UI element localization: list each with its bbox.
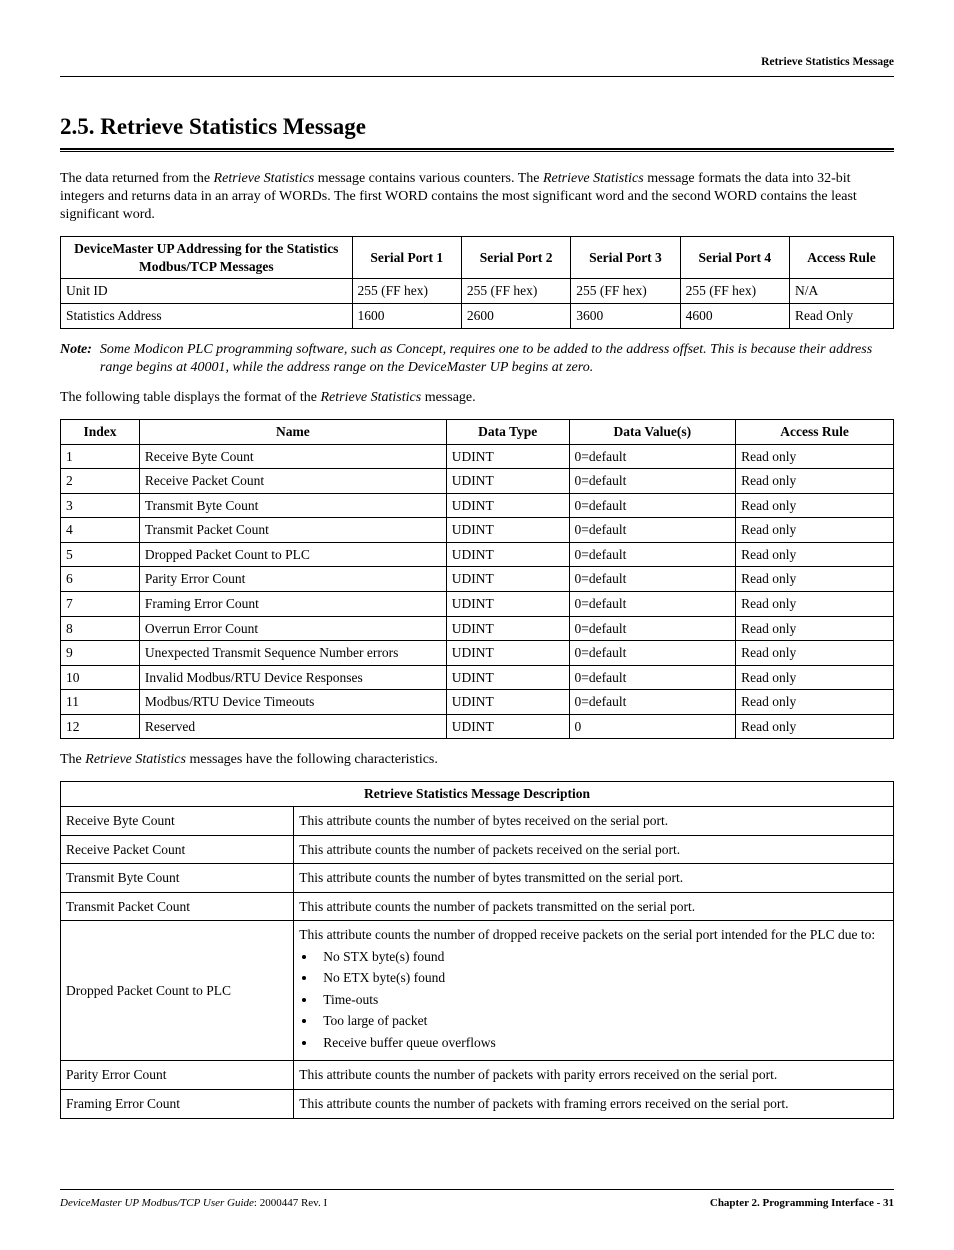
table-row: Unit ID 255 (FF hex) 255 (FF hex) 255 (F… <box>61 279 894 304</box>
list-item: Too large of packet <box>317 1012 888 1030</box>
table-row: 7Framing Error CountUDINT0=defaultRead o… <box>61 591 894 616</box>
th-port3: Serial Port 3 <box>571 237 680 279</box>
header-rule <box>60 76 894 77</box>
th-port1: Serial Port 1 <box>352 237 461 279</box>
section-title: 2.5. Retrieve Statistics Message <box>60 112 894 142</box>
note-text: Some Modicon PLC programming software, s… <box>100 341 894 377</box>
table-row: Transmit Byte CountThis attribute counts… <box>61 864 894 893</box>
characteristics-intro: The Retrieve Statistics messages have th… <box>60 751 894 769</box>
table-row: 8Overrun Error CountUDINT0=defaultRead o… <box>61 616 894 641</box>
description-table: Retrieve Statistics Message Description … <box>60 781 894 1118</box>
table-row: Receive Packet CountThis attribute count… <box>61 835 894 864</box>
table-row: 4Transmit Packet CountUDINT0=defaultRead… <box>61 518 894 543</box>
table-row: 9Unexpected Transmit Sequence Number err… <box>61 641 894 666</box>
addressing-table: DeviceMaster UP Addressing for the Stati… <box>60 236 894 328</box>
format-intro: The following table displays the format … <box>60 389 894 407</box>
title-rule <box>60 148 894 152</box>
footer-left: DeviceMaster UP Modbus/TCP User Guide: 2… <box>60 1196 327 1210</box>
table-row: Statistics Address 1600 2600 3600 4600 R… <box>61 304 894 329</box>
format-table: Index Name Data Type Data Value(s) Acces… <box>60 419 894 739</box>
table-row: 10Invalid Modbus/RTU Device ResponsesUDI… <box>61 665 894 690</box>
list-item: Time-outs <box>317 991 888 1009</box>
table-row: 6Parity Error CountUDINT0=defaultRead on… <box>61 567 894 592</box>
th-port4: Serial Port 4 <box>680 237 789 279</box>
table-row: Receive Byte CountThis attribute counts … <box>61 806 894 835</box>
table-row: 12ReservedUDINT0Read only <box>61 714 894 739</box>
running-header: Retrieve Statistics Message <box>60 55 894 70</box>
list-item: No STX byte(s) found <box>317 948 888 966</box>
table-row: Transmit Packet CountThis attribute coun… <box>61 892 894 921</box>
page-footer: DeviceMaster UP Modbus/TCP User Guide: 2… <box>60 1189 894 1210</box>
th-port2: Serial Port 2 <box>461 237 570 279</box>
table-row: Parity Error CountThis attribute counts … <box>61 1061 894 1090</box>
table-row: 2Receive Packet CountUDINT0=defaultRead … <box>61 469 894 494</box>
list-item: No ETX byte(s) found <box>317 969 888 987</box>
table-row: Index Name Data Type Data Value(s) Acces… <box>61 420 894 445</box>
table-row: Retrieve Statistics Message Description <box>61 782 894 807</box>
table-row: Framing Error CountThis attribute counts… <box>61 1090 894 1119</box>
th-main: DeviceMaster UP Addressing for the Stati… <box>61 237 353 279</box>
table-row: 3Transmit Byte CountUDINT0=defaultRead o… <box>61 493 894 518</box>
table-row: Dropped Packet Count to PLCThis attribut… <box>61 921 894 1061</box>
footer-right: Chapter 2. Programming Interface - 31 <box>710 1196 894 1210</box>
list-item: Receive buffer queue overflows <box>317 1034 888 1052</box>
note-block: Note: Some Modicon PLC programming softw… <box>60 341 894 377</box>
intro-paragraph: The data returned from the Retrieve Stat… <box>60 170 894 225</box>
th-access: Access Rule <box>789 237 893 279</box>
note-label: Note: <box>60 341 92 377</box>
table-row: DeviceMaster UP Addressing for the Stati… <box>61 237 894 279</box>
table-row: 11Modbus/RTU Device TimeoutsUDINT0=defau… <box>61 690 894 715</box>
table-row: 5Dropped Packet Count to PLCUDINT0=defau… <box>61 542 894 567</box>
table-row: 1Receive Byte CountUDINT0=defaultRead on… <box>61 444 894 469</box>
